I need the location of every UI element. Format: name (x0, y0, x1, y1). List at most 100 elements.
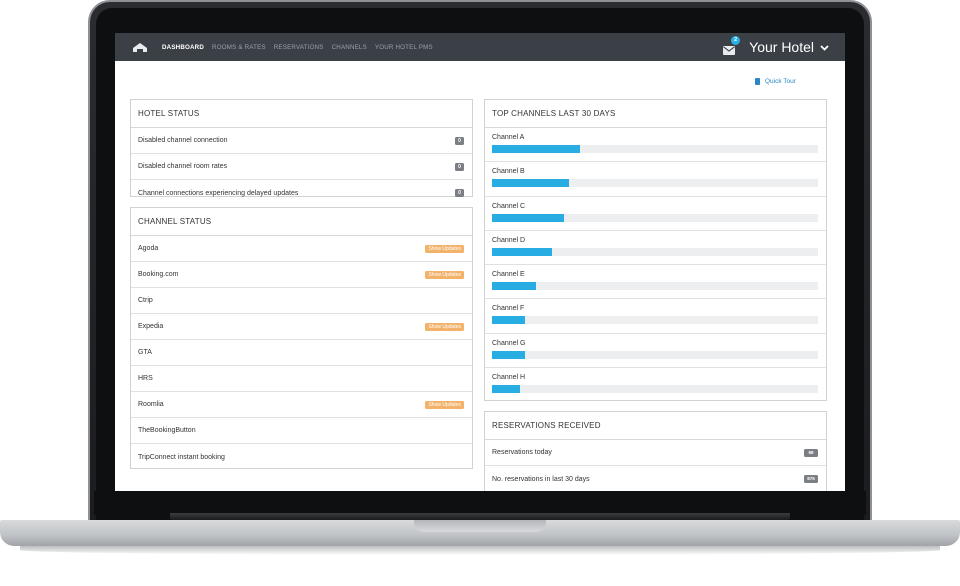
hotel-status-row[interactable]: Disabled channel connection 0 (131, 128, 472, 154)
channel-name: Channel G (492, 339, 526, 347)
top-channel-row: Channel G (485, 334, 826, 369)
panel-title: TOP CHANNELS LAST 30 DAYS (485, 100, 826, 128)
quick-tour-label: Quick Tour (765, 78, 796, 85)
top-channel-row: Channel B (485, 162, 826, 197)
nav-reservations[interactable]: RESERVATIONS (274, 44, 324, 51)
top-channels-panel: TOP CHANNELS LAST 30 DAYS Channel A Chann… (484, 99, 827, 401)
show-updates-button[interactable]: Show Updates (425, 322, 464, 331)
row-label: TheBookingButton (138, 427, 196, 434)
laptop-opening-notch (414, 520, 546, 532)
reservations-panel: RESERVATIONS RECEIVED Reservations today… (484, 411, 827, 491)
row-label: Expedia (138, 323, 164, 330)
mail-count-badge: 2 (731, 36, 741, 45)
channel-share-bar (492, 316, 525, 325)
reservation-count-badge: 98 (804, 448, 818, 457)
row-label: GTA (138, 349, 152, 356)
channel-name: Channel B (492, 168, 525, 176)
count-badge: 0 (455, 189, 464, 197)
channel-share-bar (492, 247, 553, 256)
quick-tour-link[interactable]: Quick Tour (755, 78, 796, 85)
reservation-row[interactable]: No. reservations in last 30 days 875 (485, 466, 826, 491)
channel-status-row[interactable]: HRS (131, 366, 472, 392)
top-channel-row: Channel D (485, 231, 826, 266)
row-label: Channel connections experiencing delayed… (138, 189, 299, 197)
row-label: TripConnect instant booking (138, 453, 225, 461)
hotel-status-row[interactable]: Channel connections experiencing delayed… (131, 180, 472, 206)
top-channel-row: Channel H (485, 368, 826, 402)
nav-dashboard[interactable]: DASHBOARD (162, 44, 204, 51)
panel-title: CHANNEL STATUS (131, 208, 472, 236)
channel-name: Channel E (492, 271, 525, 279)
channel-status-row[interactable]: TheBookingButton (131, 418, 472, 444)
row-label: HRS (138, 375, 153, 382)
hotel-status-row[interactable]: Disabled channel room rates 0 (131, 154, 472, 180)
tour-book-icon (755, 78, 760, 85)
channel-name: Channel H (492, 374, 526, 382)
panel-title: HOTEL STATUS (131, 100, 472, 128)
nav-right-group: 2 Your Hotel (723, 36, 845, 56)
channel-status-list: Agoda Show Updates Booking.com Show Updates… (131, 236, 472, 470)
channel-status-panel: CHANNEL STATUS Agoda Show Updates Booking.… (130, 207, 473, 469)
hotel-status-panel: HOTEL STATUS Disabled channel connection… (130, 99, 473, 197)
nav-channels[interactable]: CHANNELS (332, 44, 367, 51)
channel-share-bar (492, 145, 581, 153)
row-label: Disabled channel connection (138, 137, 228, 144)
row-label: No. reservations in last 30 days (492, 475, 590, 483)
channel-share-bar-track (492, 350, 818, 359)
channel-share-bar (492, 282, 536, 291)
home-logo-icon[interactable] (132, 41, 148, 53)
top-channel-row: Channel E (485, 265, 826, 300)
channel-name: Channel C (492, 202, 526, 210)
laptop-shadow (20, 545, 940, 555)
row-label: Agoda (138, 245, 159, 252)
row-label: Reservations today (492, 449, 552, 456)
channel-share-bar-track (492, 213, 818, 222)
nav-rooms-rates[interactable]: ROOMS & RATES (212, 44, 266, 51)
channel-name: Channel F (492, 305, 525, 313)
top-channel-row: Channel F (485, 299, 826, 334)
channel-status-row[interactable]: Roomlia Show Updates (131, 392, 472, 418)
chevron-down-icon[interactable] (820, 38, 829, 56)
row-label: Roomlia (138, 401, 164, 408)
channel-share-bar-track (492, 247, 818, 256)
channel-status-row[interactable]: TripConnect instant booking (131, 444, 472, 470)
panel-title: RESERVATIONS RECEIVED (485, 412, 826, 440)
show-updates-button[interactable]: Show Updates (425, 400, 464, 409)
channel-name: Channel D (492, 236, 526, 244)
reservation-count-badge: 875 (804, 475, 818, 483)
app-screen: DASHBOARD ROOMS & RATES RESERVATIONS CHA… (115, 33, 845, 491)
channel-status-row[interactable]: Ctrip (131, 288, 472, 314)
count-badge: 0 (455, 162, 464, 171)
top-navigation-bar: DASHBOARD ROOMS & RATES RESERVATIONS CHA… (115, 33, 845, 61)
row-label: Booking.com (138, 271, 179, 278)
channel-share-bar-track (492, 385, 818, 394)
channel-status-row[interactable]: Expedia Show Updates (131, 314, 472, 340)
mail-icon[interactable]: 2 (723, 36, 741, 55)
row-label: Ctrip (138, 297, 153, 304)
channel-share-bar-track (492, 282, 818, 291)
show-updates-button[interactable]: Show Updates (425, 244, 464, 253)
show-updates-button[interactable]: Show Updates (425, 270, 464, 279)
channel-share-bar (492, 385, 520, 394)
channel-status-row[interactable]: Booking.com Show Updates (131, 262, 472, 288)
channel-name: Channel A (492, 134, 525, 141)
reservations-list: Reservations today 98 No. reservations in … (485, 440, 826, 491)
channel-share-bar (492, 213, 564, 222)
count-badge: 0 (455, 136, 464, 145)
hotel-name[interactable]: Your Hotel (749, 39, 814, 55)
channel-share-bar (492, 179, 569, 188)
channel-share-bar-track (492, 179, 818, 188)
hotel-status-list: Disabled channel connection 0 Disabled cha… (131, 128, 472, 206)
channel-share-bar (492, 350, 525, 359)
channel-share-bar-track (492, 316, 818, 325)
top-channels-list: Channel A Channel B Channel C Channel D Chan… (485, 128, 826, 402)
top-channel-row: Channel A (485, 128, 826, 163)
laptop-bottom-bezel (94, 491, 866, 515)
nav-your-hotel-pms[interactable]: YOUR HOTEL PMS (375, 44, 433, 51)
reservation-row[interactable]: Reservations today 98 (485, 440, 826, 466)
top-channel-row: Channel C (485, 197, 826, 231)
channel-status-row[interactable]: GTA (131, 340, 472, 366)
channel-share-bar-track (492, 145, 818, 153)
channel-status-row[interactable]: Agoda Show Updates (131, 236, 472, 262)
row-label: Disabled channel room rates (138, 163, 228, 170)
